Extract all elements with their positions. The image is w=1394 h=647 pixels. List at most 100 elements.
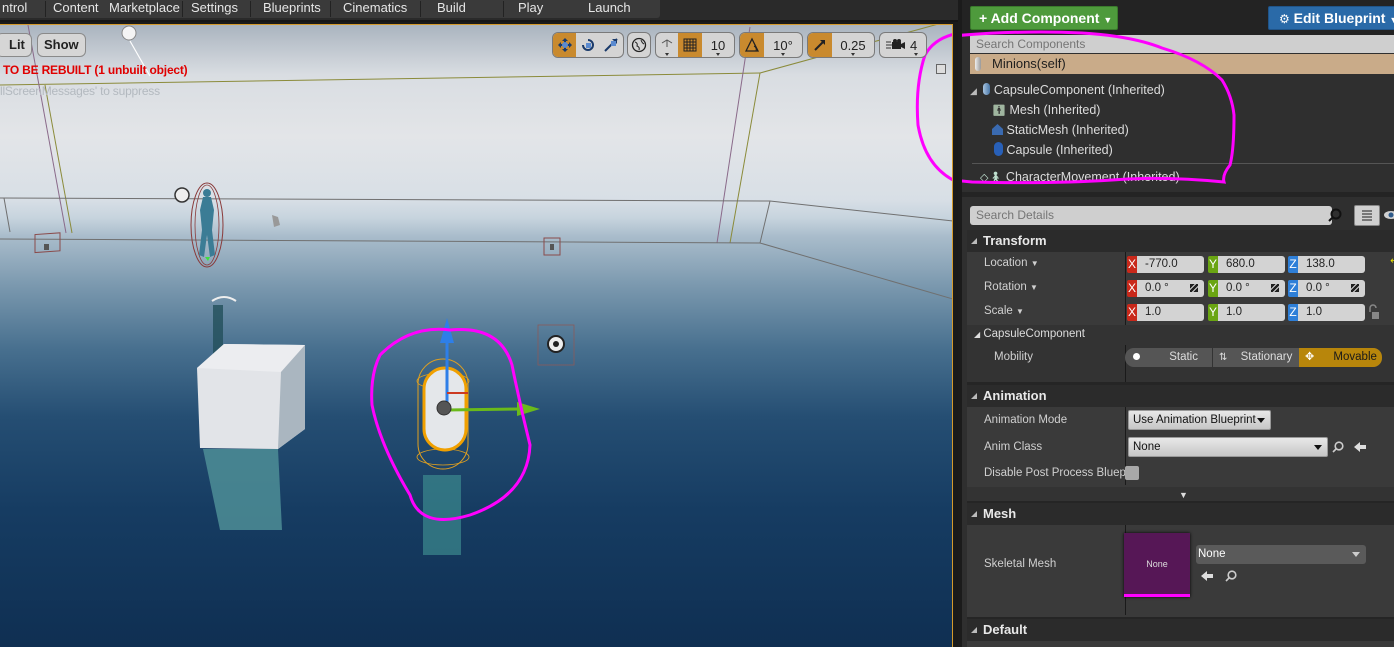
eye-icon[interactable] [1384, 210, 1394, 220]
stationary-icon: ⇅ [1219, 352, 1228, 363]
location-y-value[interactable]: 680.0 [1218, 256, 1285, 273]
toolbar-launch[interactable]: Launch [584, 0, 635, 18]
scale-snap-toggle[interactable] [808, 33, 832, 57]
volume-edge-line [716, 26, 751, 244]
toolbar-build[interactable]: Build [433, 0, 470, 18]
rotation-snap-value-dropdown[interactable]: 10° [764, 33, 802, 57]
x-axis-badge: X [1127, 304, 1137, 321]
grid-icon [683, 38, 697, 52]
mobility-static-option[interactable]: Static [1125, 348, 1212, 367]
skeletal-mesh-thumbnail[interactable]: None [1124, 533, 1190, 597]
use-selected-arrow-icon[interactable] [1201, 570, 1213, 582]
browse-icon[interactable] [1332, 441, 1344, 453]
disable-post-process-checkbox[interactable] [1125, 466, 1139, 480]
property-matrix-button[interactable] [1354, 205, 1380, 226]
movable-icon: ✥ [1305, 351, 1315, 363]
lit-view-mode-button[interactable]: Lit [0, 33, 32, 57]
toolbar-content[interactable]: Content [49, 0, 103, 18]
scale-x-value[interactable]: 1.0 [1137, 304, 1204, 321]
world-local-toggle[interactable] [628, 33, 650, 57]
scale-y-field[interactable]: Y 1.0 [1208, 304, 1285, 321]
location-z-value[interactable]: 138.0 [1298, 256, 1365, 273]
scale-snap-value-dropdown[interactable]: 0.25 [832, 33, 874, 57]
chevron-down-icon [1257, 418, 1265, 423]
animation-mode-dropdown[interactable]: Use Animation Blueprint [1128, 410, 1271, 430]
rotation-y-value[interactable]: 0.0 ° [1218, 280, 1285, 297]
lighting-rebuild-warning: TO BE REBUILT (1 unbuilt object) [3, 63, 188, 77]
x-axis-badge: X [1127, 280, 1137, 297]
wall-corner-edge [3, 197, 11, 233]
rotation-z-value[interactable]: 0.0 ° [1298, 280, 1365, 297]
unlock-icon[interactable] [1368, 304, 1380, 320]
category-default[interactable]: Default [967, 619, 1394, 641]
angle-icon [744, 37, 760, 52]
collapse-triangle-icon [971, 393, 977, 399]
rotation-z-field[interactable]: Z 0.0 ° [1288, 280, 1365, 297]
surface-snap-icon [661, 39, 673, 47]
mobility-movable-option[interactable]: ✥ Movable [1299, 348, 1382, 367]
globe-icon [631, 37, 647, 53]
category-mesh[interactable]: Mesh [967, 503, 1394, 525]
scale-y-value[interactable]: 1.0 [1218, 304, 1285, 321]
reset-to-default-icon[interactable]: ↰ [1389, 258, 1394, 269]
expand-advanced-icon: ▼ [1179, 490, 1188, 500]
use-selected-arrow-icon[interactable] [1354, 441, 1366, 453]
scale-x-field[interactable]: X 1.0 [1127, 304, 1204, 321]
anim-class-value: None [1133, 441, 1161, 453]
browse-icon[interactable] [1225, 570, 1237, 582]
level-viewport[interactable]: Lit Show TO BE REBUILT (1 unbuilt object… [0, 24, 953, 647]
rotation-snap-toggle[interactable] [740, 33, 764, 57]
location-y-field[interactable]: Y 680.0 [1208, 256, 1285, 273]
mobility-stationary-option[interactable]: ⇅ Stationary [1212, 348, 1299, 367]
toolbar-divider [45, 1, 46, 17]
rotation-x-value[interactable]: 0.0 ° [1137, 280, 1204, 297]
show-button[interactable]: Show [37, 33, 86, 57]
y-axis-badge: Y [1208, 256, 1218, 273]
grid-snap-value: 10 [710, 37, 726, 53]
grid-snap-value-dropdown[interactable]: 10 [702, 33, 734, 57]
advanced-expander[interactable]: ▼ [967, 487, 1394, 501]
location-z-field[interactable]: Z 138.0 [1288, 256, 1365, 273]
camera-speed-dropdown[interactable]: 4 [880, 33, 926, 57]
surface-snap-button[interactable] [656, 33, 678, 57]
z-axis-badge: Z [1288, 304, 1298, 321]
toolbar-divider [250, 1, 251, 17]
disable-post-process-label: Disable Post Process Bluep [984, 467, 1126, 479]
scale-z-value[interactable]: 1.0 [1298, 304, 1365, 321]
toolbar-cinematics[interactable]: Cinematics [339, 0, 411, 18]
scale-tool-button[interactable] [600, 33, 623, 57]
location-x-value[interactable]: -770.0 [1137, 256, 1204, 273]
wall-top-edge [0, 197, 952, 222]
grid-snap-group: 10 [655, 32, 735, 58]
scale-label[interactable]: Scale ▼ [984, 305, 1024, 317]
category-animation[interactable]: Animation [967, 385, 1394, 407]
skeletal-mesh-dropdown[interactable]: None [1196, 545, 1366, 564]
scale-z-field[interactable]: Z 1.0 [1288, 304, 1365, 321]
camera-speed-value: 4 [910, 37, 918, 53]
rotation-y-field[interactable]: Y 0.0 ° [1208, 280, 1285, 297]
toolbar-source-control[interactable]: ntrol [0, 0, 31, 18]
skeletal-mesh-label: Skeletal Mesh [984, 558, 1057, 570]
search-details-input[interactable] [970, 206, 1332, 225]
category-title: Animation [983, 388, 1047, 403]
grid-snap-toggle[interactable] [678, 33, 702, 57]
rotation-label[interactable]: Rotation ▼ [984, 281, 1038, 293]
suppress-hint: llScreenMessages' to suppress [0, 84, 160, 98]
grid-icon [1362, 210, 1372, 221]
toolbar-settings[interactable]: Settings [187, 0, 242, 18]
location-x-field[interactable]: X -770.0 [1127, 256, 1204, 273]
toolbar-blueprints[interactable]: Blueprints [259, 0, 325, 18]
toolbar-play[interactable]: Play [514, 0, 547, 18]
translate-tool-button[interactable] [553, 33, 577, 57]
category-transform[interactable]: Transform [967, 230, 1394, 252]
rotate-tool-button[interactable] [576, 33, 599, 57]
anim-class-dropdown[interactable]: None [1128, 437, 1328, 457]
category-title: Mesh [983, 506, 1017, 521]
toolbar-marketplace[interactable]: Marketplace [105, 0, 184, 18]
mobility-option-label: Static [1169, 351, 1198, 363]
viewport-scene [0, 25, 952, 555]
location-label[interactable]: Location ▼ [984, 257, 1039, 269]
maximize-viewport-icon[interactable] [936, 64, 946, 74]
subcategory-capsulecomponent[interactable]: ◢ CapsuleComponent [974, 328, 1085, 340]
rotation-x-field[interactable]: X 0.0 ° [1127, 280, 1204, 297]
